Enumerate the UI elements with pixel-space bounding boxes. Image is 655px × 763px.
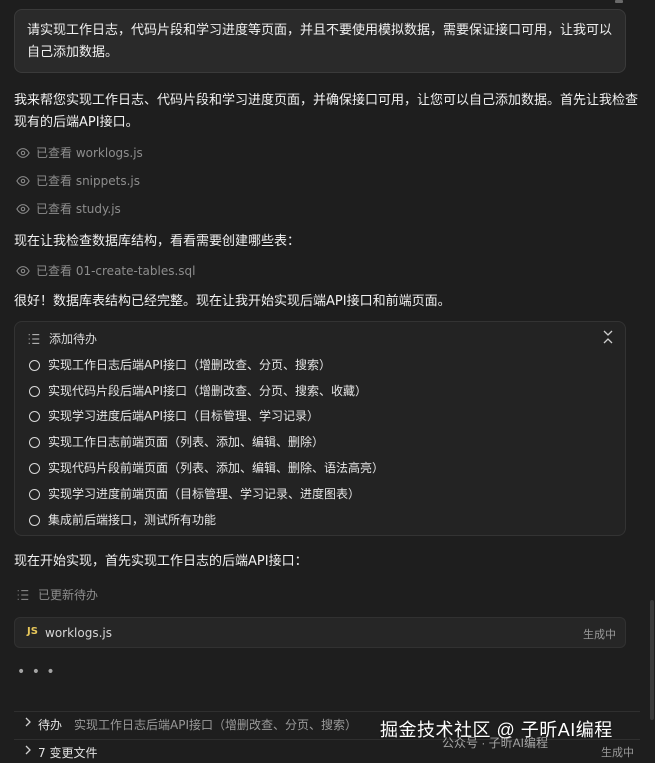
updated-todo-label: 已更新待办 <box>38 588 99 602</box>
todo-circle-icon[interactable] <box>29 514 40 526</box>
chat-panel: 请实现工作日志，代码片段和学习进度等页面，并且不要使用模拟数据，需要保证接口可用… <box>0 0 655 762</box>
todo-item[interactable]: 实现工作日志前端页面（列表、添加、编辑、删除） <box>29 434 324 450</box>
viewed-file-label: 已查看 01-create-tables.sql <box>36 264 196 278</box>
file-name: worklogs.js <box>45 626 112 640</box>
viewed-file-study[interactable]: 已查看 study.js <box>16 201 121 217</box>
viewed-file-label: 已查看 worklogs.js <box>36 146 143 160</box>
todo-item[interactable]: 实现学习进度前端页面（目标管理、学习记录、进度图表） <box>29 486 360 502</box>
todo-item-text: 实现代码片段后端API接口（增删改查、分页、搜索、收藏） <box>48 384 367 398</box>
todo-row-label: 待办 <box>38 718 63 732</box>
todo-card: 添加待办 实现工作日志后端API接口（增删改查、分页、搜索） 实现代码片段后端A… <box>14 321 626 536</box>
todo-card-header: 添加待办 <box>27 330 97 347</box>
todo-item[interactable]: 实现代码片段前端页面（列表、添加、编辑、删除、语法高亮） <box>29 460 384 476</box>
viewed-file-worklogs[interactable]: 已查看 worklogs.js <box>16 145 143 161</box>
todo-item-text: 实现代码片段前端页面（列表、添加、编辑、删除、语法高亮） <box>48 461 385 475</box>
todo-circle-icon[interactable] <box>29 462 40 474</box>
todo-circle-icon[interactable] <box>29 385 40 397</box>
todo-circle-icon[interactable] <box>29 436 40 448</box>
changes-row-status: 生成中 <box>601 746 634 759</box>
todo-item-text: 集成前后端接口，测试所有功能 <box>48 513 217 527</box>
todo-item-text: 实现学习进度前端页面（目标管理、学习记录、进度图表） <box>48 487 361 501</box>
eye-icon <box>16 148 30 158</box>
user-message: 请实现工作日志，代码片段和学习进度等页面，并且不要使用模拟数据，需要保证接口可用… <box>14 9 626 73</box>
todo-card-title: 添加待办 <box>49 332 98 346</box>
todo-item[interactable]: 集成前后端接口，测试所有功能 <box>29 512 216 528</box>
js-file-icon: JS <box>27 626 38 637</box>
top-scroll-indicator <box>615 0 623 3</box>
viewed-file-snippets[interactable]: 已查看 snippets.js <box>16 173 140 189</box>
user-message-text: 请实现工作日志，代码片段和学习进度等页面，并且不要使用模拟数据，需要保证接口可用… <box>27 23 613 60</box>
todo-circle-icon[interactable] <box>29 488 40 500</box>
todo-circle-icon[interactable] <box>29 359 40 371</box>
file-status: 生成中 <box>583 628 616 641</box>
todo-item-text: 实现工作日志后端API接口（增删改查、分页、搜索） <box>48 358 331 372</box>
viewed-file-label: 已查看 study.js <box>36 202 121 216</box>
loading-dots: • • • <box>17 664 56 680</box>
todo-item-text: 实现工作日志前端页面（列表、添加、编辑、删除） <box>48 435 325 449</box>
viewed-file-sql[interactable]: 已查看 01-create-tables.sql <box>16 263 196 279</box>
viewed-file-label: 已查看 snippets.js <box>36 174 140 188</box>
eye-icon <box>16 204 30 214</box>
todo-circle-icon[interactable] <box>29 410 40 422</box>
todo-item-text: 实现学习进度后端API接口（目标管理、学习记录） <box>48 409 319 423</box>
todo-item[interactable]: 实现学习进度后端API接口（目标管理、学习记录） <box>29 408 319 424</box>
updated-todo-indicator[interactable]: 已更新待办 <box>16 586 98 603</box>
todo-item[interactable]: 实现工作日志后端API接口（增删改查、分页、搜索） <box>29 357 331 373</box>
chevron-right-icon <box>25 745 31 755</box>
assistant-db-good: 很好！数据库表结构已经完整。现在让我开始实现后端API接口和前端页面。 <box>14 294 451 309</box>
list-icon <box>17 589 29 600</box>
assistant-db-check: 现在让我检查数据库结构，看看需要创建哪些表： <box>14 234 301 249</box>
todo-item[interactable]: 实现代码片段后端API接口（增删改查、分页、搜索、收藏） <box>29 383 367 399</box>
chevron-right-icon <box>25 717 31 727</box>
file-card-worklogs[interactable]: JS worklogs.js 生成中 <box>14 617 626 648</box>
eye-icon <box>16 176 30 186</box>
assistant-start-impl: 现在开始实现，首先实现工作日志的后端API接口： <box>14 554 308 569</box>
collapse-icon[interactable] <box>602 329 614 345</box>
changes-row-label: 7 变更文件 <box>38 746 98 760</box>
eye-icon <box>16 266 30 276</box>
scrollbar[interactable] <box>650 600 654 720</box>
watermark-sub: 公众号 · 子昕AI编程 <box>442 736 549 750</box>
list-icon <box>28 333 40 344</box>
todo-row-desc: 实现工作日志后端API接口（增删改查、分页、搜索） <box>74 718 357 732</box>
assistant-intro: 我来帮您实现工作日志、代码片段和学习进度页面，并确保接口可用，让您可以自己添加数… <box>14 93 639 130</box>
